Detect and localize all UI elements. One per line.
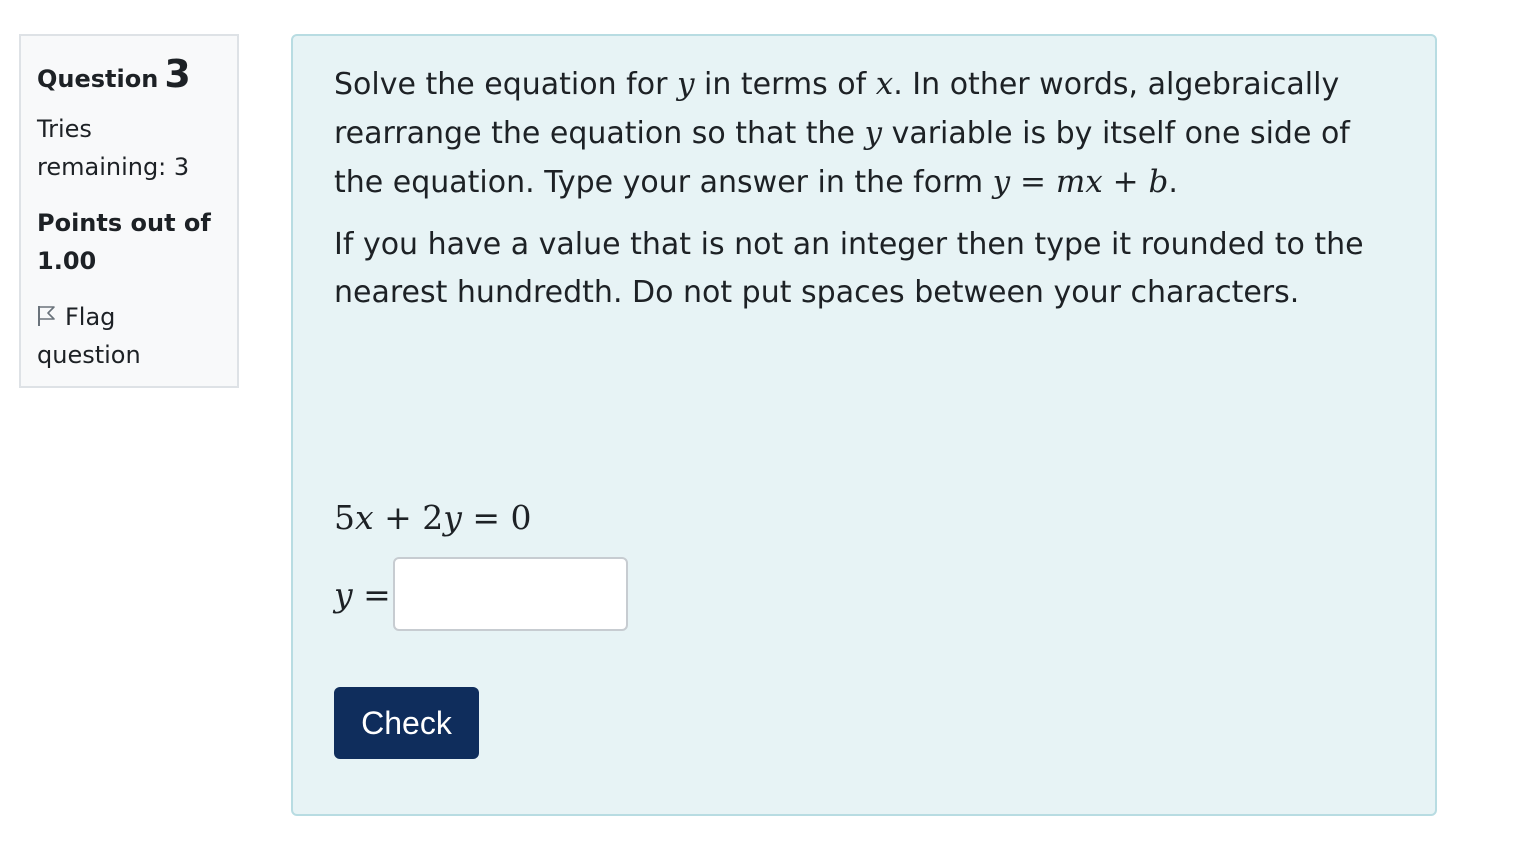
answer-input[interactable]: [392, 557, 628, 631]
answer-label: y =: [334, 575, 391, 614]
math-var-x: x: [875, 66, 894, 102]
math-var-y: y: [676, 66, 695, 102]
tries-line-2: remaining: 3: [37, 153, 190, 181]
formula-b: b: [1148, 164, 1169, 200]
check-button[interactable]: Check: [334, 687, 479, 759]
formula-plus: +: [1102, 164, 1149, 200]
formula-equals: =: [1010, 164, 1056, 200]
answer-equals: =: [352, 574, 391, 614]
tries-remaining: Tries remaining: 3: [37, 110, 221, 186]
rounding-instructions: If you have a value that is not an integ…: [334, 227, 1364, 310]
instruction-text: in terms of: [694, 67, 876, 102]
question-content: Solve the equation for y in terms of x. …: [291, 34, 1437, 816]
flag-outline-icon: [37, 300, 57, 326]
math-var-y: y: [864, 115, 883, 151]
given-equation: 5x + 2y = 0: [334, 494, 532, 542]
points-line-2: 1.00: [37, 247, 97, 275]
formula-y: y: [992, 164, 1011, 200]
question-instructions: Solve the equation for y in terms of x. …: [334, 60, 1395, 207]
instruction-text: Solve the equation for: [334, 67, 677, 102]
equation-part: = 0: [461, 498, 532, 537]
question-info-panel: Question 3 Tries remaining: 3 Points out …: [19, 34, 239, 388]
answer-row: y =: [334, 556, 628, 632]
instruction-text: .: [1168, 165, 1178, 200]
formula-mx: mx: [1055, 164, 1103, 200]
equation-var-y: y: [443, 498, 462, 537]
points-line-1: Points out of: [37, 209, 211, 237]
equation-var-x: x: [355, 498, 374, 537]
flag-label-line-2[interactable]: question: [37, 336, 221, 374]
answer-form-formula: y = mx + b: [993, 164, 1169, 200]
question-number: 3: [164, 52, 191, 96]
question-heading: Question 3: [37, 54, 221, 98]
flag-question-link[interactable]: Flag question: [37, 298, 221, 374]
equation-part: 5: [334, 498, 355, 537]
flag-label-line-1[interactable]: Flag: [65, 303, 115, 331]
equation-part: + 2: [373, 498, 444, 537]
tries-line-1: Tries: [37, 115, 92, 143]
question-label: Question: [37, 65, 159, 93]
points-out-of: Points out of 1.00: [37, 204, 221, 280]
answer-var-y: y: [334, 574, 353, 614]
